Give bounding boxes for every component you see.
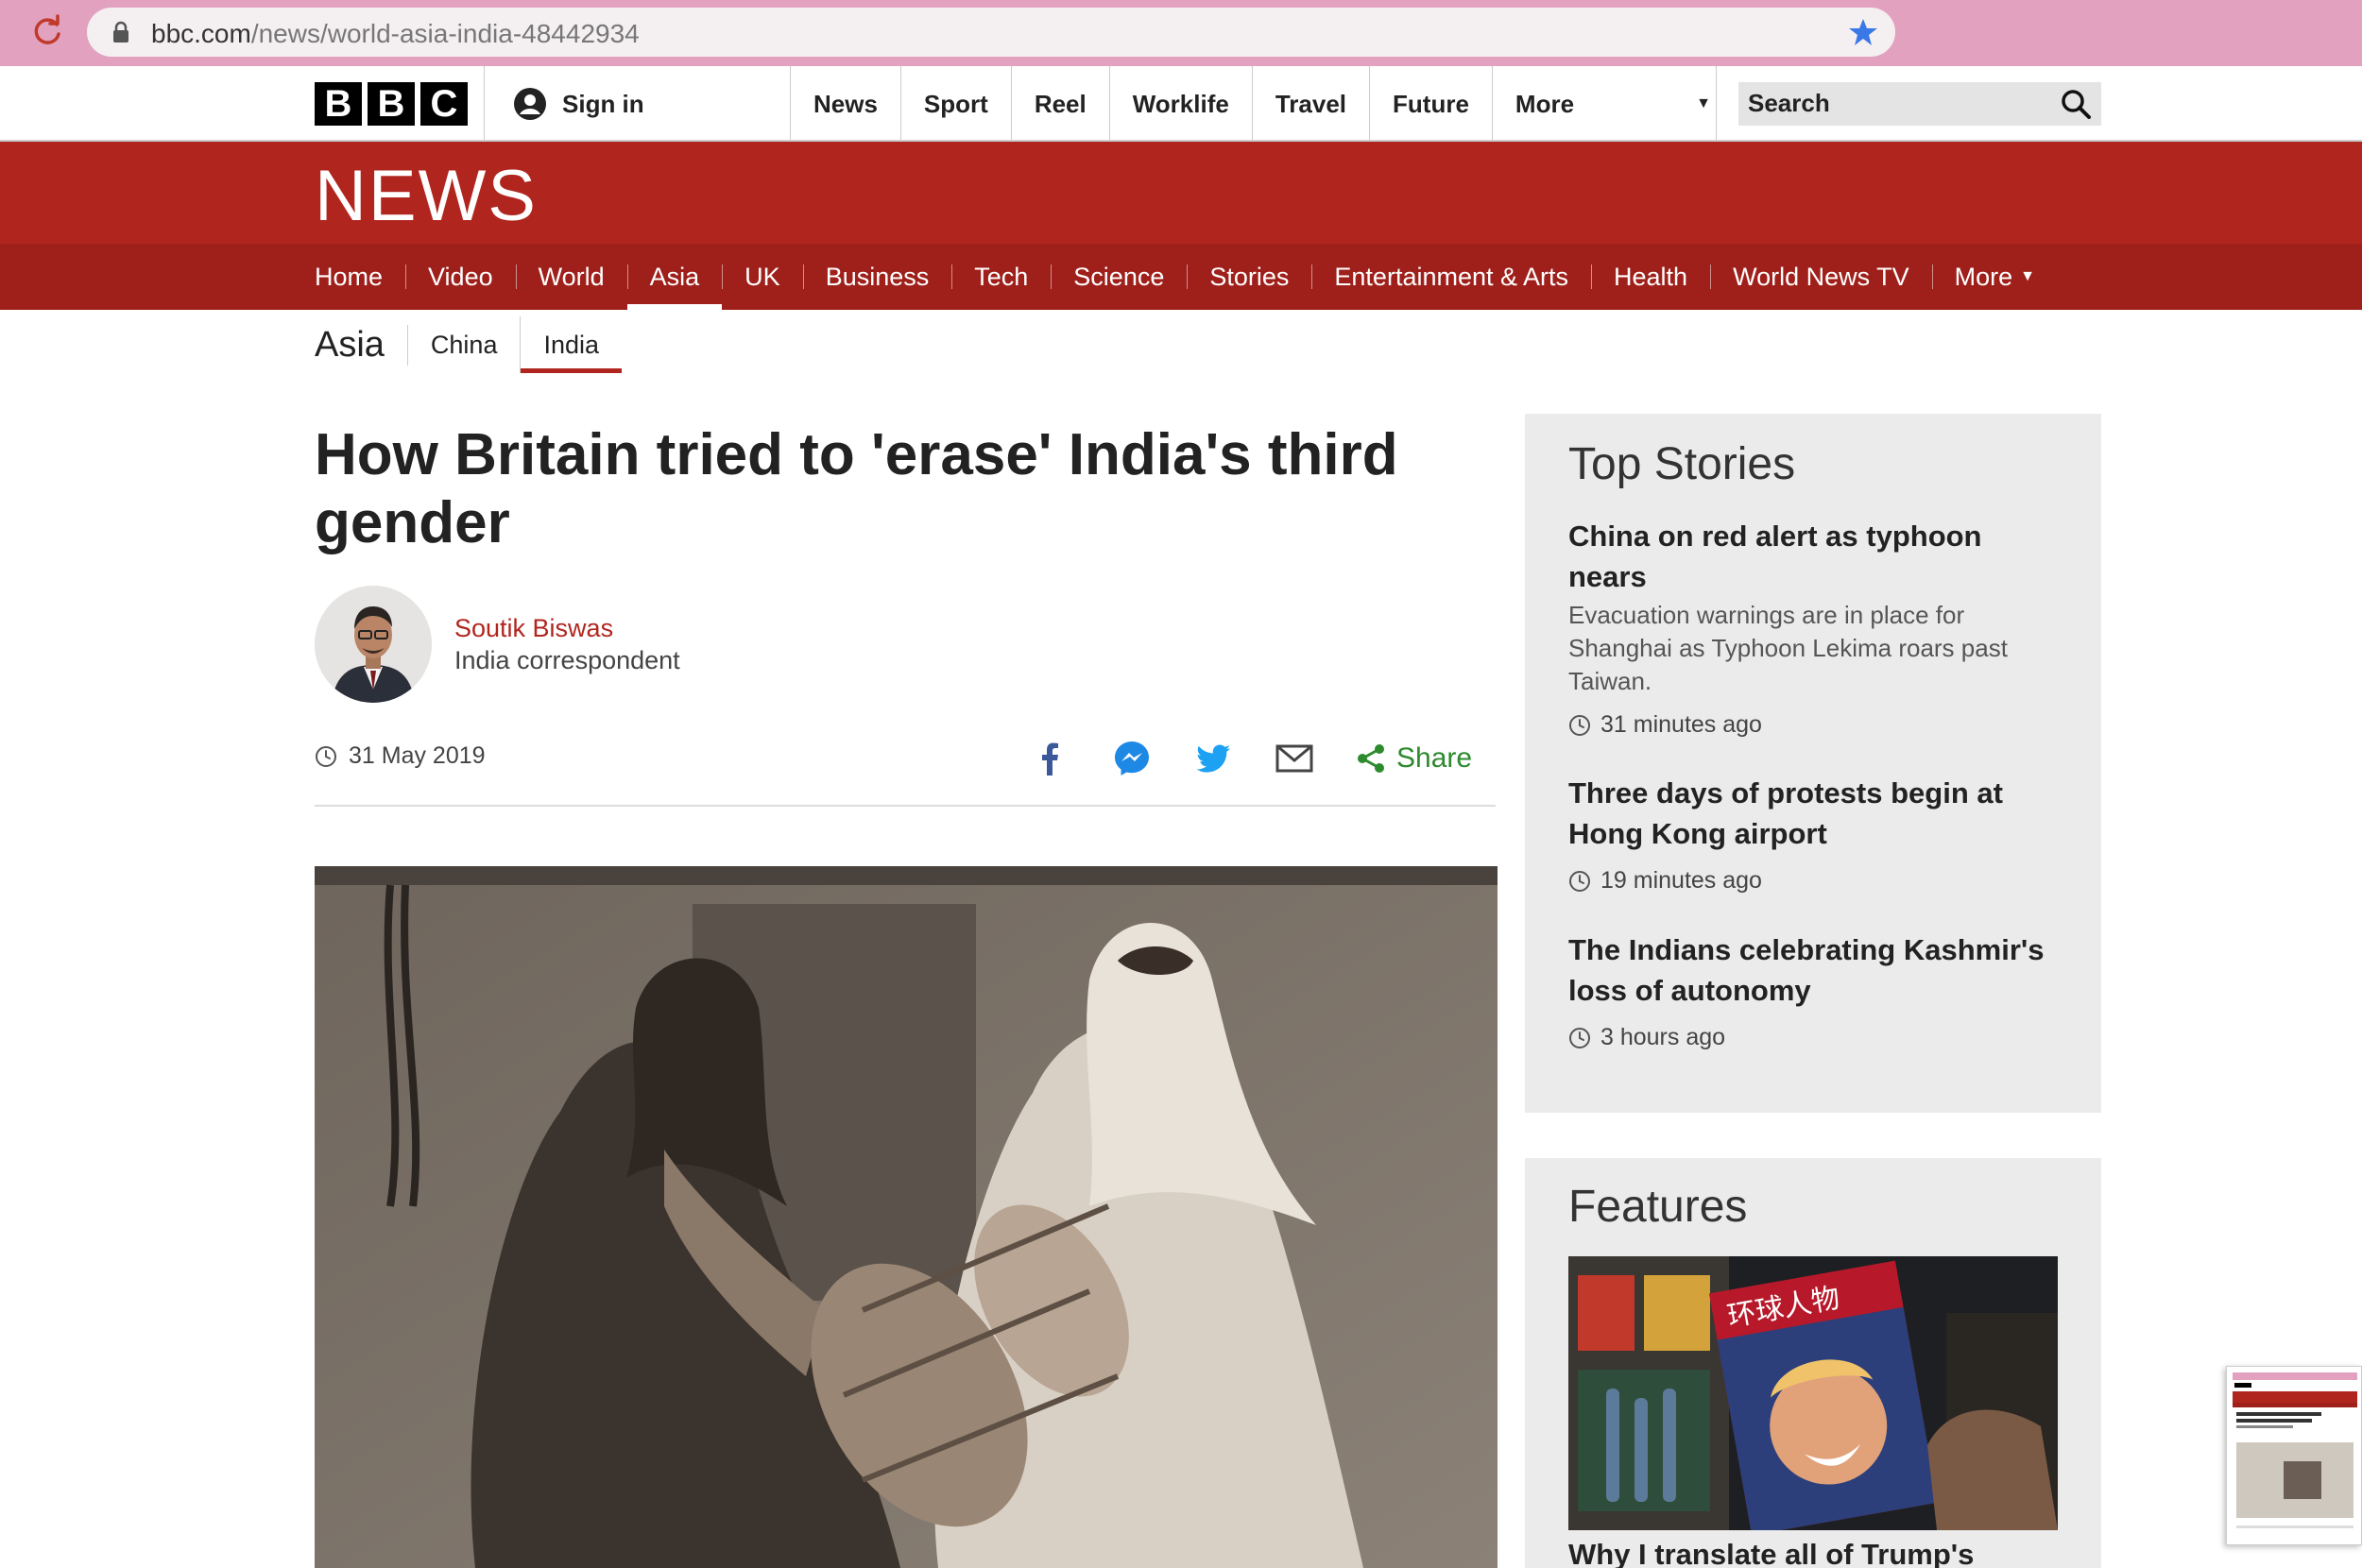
reload-icon[interactable] bbox=[28, 13, 66, 51]
top-story-time-text: 31 minutes ago bbox=[1600, 711, 1762, 738]
share-tools: Share bbox=[1030, 737, 1472, 780]
bbc-logo-letter: B bbox=[368, 82, 415, 126]
share-icon bbox=[1358, 744, 1384, 773]
top-story-time-text: 19 minutes ago bbox=[1600, 867, 1762, 894]
article-headline: How Britain tried to 'erase' India's thi… bbox=[315, 422, 1398, 555]
address-bar[interactable]: bbc.com/news/world-asia-india-48442934 bbox=[87, 8, 1895, 57]
nav-stories[interactable]: Stories bbox=[1187, 244, 1311, 310]
news-nav: Home Video World Asia UK Business Tech S… bbox=[0, 244, 2362, 310]
feature-headline[interactable]: Why I translate all of Trump's bbox=[1568, 1538, 1974, 1568]
twitter-icon[interactable] bbox=[1192, 738, 1234, 779]
search-icon[interactable] bbox=[2060, 88, 2092, 120]
topnav-future[interactable]: Future bbox=[1369, 66, 1492, 142]
nav-world-news-tv[interactable]: World News TV bbox=[1710, 244, 1932, 310]
facebook-icon[interactable] bbox=[1030, 738, 1071, 779]
feature-image[interactable]: 环球人物 bbox=[1568, 1256, 2058, 1530]
subnav-india[interactable]: India bbox=[520, 316, 622, 373]
section-subnav: Asia China India bbox=[315, 316, 622, 373]
topnav-travel[interactable]: Travel bbox=[1251, 66, 1369, 142]
clock-icon bbox=[1569, 714, 1590, 736]
browser-toolbar: bbc.com/news/world-asia-india-48442934 bbox=[0, 0, 2362, 66]
nav-entertainment-arts[interactable]: Entertainment & Arts bbox=[1311, 244, 1591, 310]
lock-icon bbox=[113, 21, 128, 43]
share-button[interactable]: Share bbox=[1355, 742, 1472, 775]
nav-asia[interactable]: Asia bbox=[626, 244, 723, 310]
caret-down-icon: ▼ bbox=[1696, 95, 1711, 111]
features-title: Features bbox=[1568, 1182, 1748, 1232]
top-story-headline[interactable]: The Indians celebrating Kashmir's loss o… bbox=[1568, 929, 2060, 1011]
top-story-time: 3 hours ago bbox=[1568, 1024, 2060, 1051]
features-panel: Features 环球人物 Why I translate all of Tru… bbox=[1525, 1158, 2101, 1568]
top-story-item[interactable]: Three days of protests begin at Hong Kon… bbox=[1568, 773, 2060, 895]
top-story-time-text: 3 hours ago bbox=[1600, 1024, 1726, 1050]
bookmark-star-icon[interactable] bbox=[1848, 17, 1878, 47]
topnav-more-label: More bbox=[1515, 89, 1575, 118]
clock-icon bbox=[316, 745, 336, 767]
bbc-masthead: B B C Sign in News Sport Reel Worklife T… bbox=[0, 66, 2362, 142]
share-label: Share bbox=[1396, 742, 1473, 774]
clock-icon bbox=[1569, 1027, 1590, 1048]
publish-date-text: 31 May 2019 bbox=[349, 742, 486, 769]
bbc-top-nav: News Sport Reel Worklife Travel Future M… bbox=[790, 66, 1734, 142]
section-title[interactable]: Asia bbox=[315, 324, 408, 366]
author-role: India correspondent bbox=[454, 646, 680, 674]
top-story-headline[interactable]: China on red alert as typhoon nears bbox=[1568, 516, 2060, 597]
bbc-logo-letter: B bbox=[315, 82, 362, 126]
nav-business[interactable]: Business bbox=[802, 244, 952, 310]
screenshot-thumbnail[interactable] bbox=[2226, 1366, 2362, 1545]
topnav-sport[interactable]: Sport bbox=[899, 66, 1011, 142]
caret-down-icon: ▼ bbox=[2020, 268, 2035, 284]
bbc-logo-letter: C bbox=[420, 82, 468, 126]
search-input[interactable]: Search bbox=[1738, 82, 2101, 126]
news-banner: NEWS bbox=[0, 142, 2362, 244]
top-stories-title: Top Stories bbox=[1568, 439, 1796, 489]
topnav-reel[interactable]: Reel bbox=[1010, 66, 1109, 142]
author-avatar bbox=[315, 586, 432, 703]
user-icon bbox=[514, 88, 546, 120]
topnav-worklife[interactable]: Worklife bbox=[1108, 66, 1252, 142]
messenger-icon[interactable] bbox=[1111, 738, 1153, 779]
search-placeholder: Search bbox=[1748, 89, 1830, 117]
nav-world[interactable]: World bbox=[515, 244, 627, 310]
top-story-item[interactable]: China on red alert as typhoon nears Evac… bbox=[1568, 516, 2060, 739]
top-story-headline[interactable]: Three days of protests begin at Hong Kon… bbox=[1568, 773, 2060, 854]
nav-tech[interactable]: Tech bbox=[951, 244, 1051, 310]
subnav-china[interactable]: China bbox=[408, 316, 521, 373]
topnav-news[interactable]: News bbox=[790, 66, 900, 142]
publish-date: 31 May 2019 bbox=[315, 742, 486, 770]
top-story-summary: Evacuation warnings are in place for Sha… bbox=[1568, 601, 2008, 695]
nav-science[interactable]: Science bbox=[1051, 244, 1187, 310]
nav-uk[interactable]: UK bbox=[722, 244, 803, 310]
article-divider bbox=[315, 805, 1496, 807]
sign-in-button[interactable]: Sign in bbox=[484, 66, 790, 142]
topnav-more[interactable]: More ▼ bbox=[1491, 66, 1734, 142]
clock-icon bbox=[1569, 870, 1590, 892]
top-story-time: 19 minutes ago bbox=[1568, 867, 2060, 895]
sign-in-label: Sign in bbox=[562, 89, 644, 118]
top-story-time: 31 minutes ago bbox=[1568, 711, 2060, 739]
bbc-logo[interactable]: B B C bbox=[315, 82, 468, 126]
nav-health[interactable]: Health bbox=[1591, 244, 1710, 310]
email-icon[interactable] bbox=[1274, 738, 1315, 779]
nav-more-label: More bbox=[1954, 262, 2013, 291]
lead-photo bbox=[315, 866, 1498, 1568]
nav-home[interactable]: Home bbox=[315, 244, 405, 310]
top-stories-panel: Top Stories China on red alert as typhoo… bbox=[1525, 414, 2101, 1113]
url-text: bbc.com/news/world-asia-india-48442934 bbox=[151, 19, 640, 48]
author-name[interactable]: Soutik Biswas bbox=[454, 614, 613, 643]
nav-video[interactable]: Video bbox=[405, 244, 516, 310]
top-story-item[interactable]: The Indians celebrating Kashmir's loss o… bbox=[1568, 929, 2060, 1051]
nav-more[interactable]: More ▼ bbox=[1931, 244, 2058, 310]
news-logo[interactable]: NEWS bbox=[315, 155, 538, 237]
